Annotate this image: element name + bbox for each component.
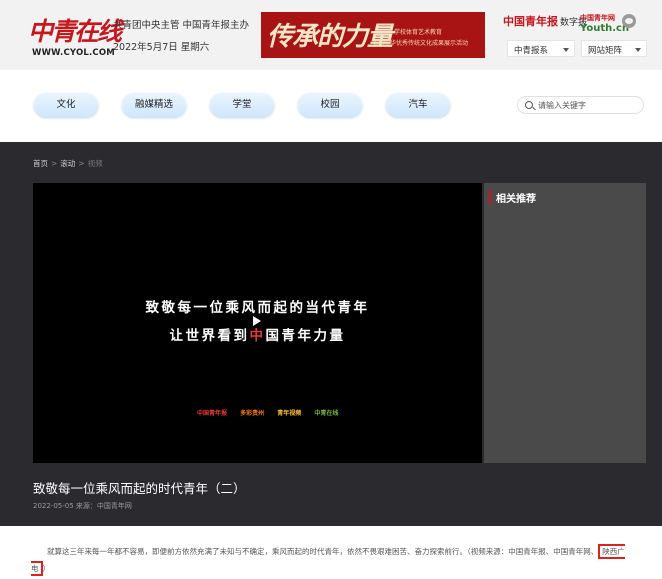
body-end: ） bbox=[42, 564, 51, 573]
nav-item-media-picks[interactable]: 融媒精选 bbox=[122, 93, 186, 117]
banner-calligraphy: 传承的力量 bbox=[267, 22, 393, 52]
caption-highlight: 中 bbox=[249, 328, 266, 344]
breadcrumb: 首页 > 滚动 > 视频 bbox=[33, 158, 103, 169]
banner-line2: 弘扬中华优秀传统文化成果展示活动 bbox=[372, 40, 469, 47]
main-nav: 文化 融媒精选 学堂 校园 汽车 请输入关键字 bbox=[0, 70, 662, 142]
search-icon[interactable] bbox=[525, 101, 533, 109]
article-body: 就算这三年来每一年都不容易，即便前方依然充满了未知与不确定，乘风而起的时代青年，… bbox=[31, 543, 641, 577]
partner-logo: 中青在线 bbox=[314, 410, 339, 417]
youth-logo-text: Youth.cn bbox=[580, 23, 630, 34]
search-input[interactable]: 请输入关键字 bbox=[517, 96, 644, 114]
breadcrumb-separator: > bbox=[51, 159, 58, 168]
video-player[interactable]: 致敬每一位乘风而起的当代青年 让世界看到中国青年力量 中国青年报 多彩贵州 青年… bbox=[33, 183, 482, 463]
banner-line1: 学校体育艺术教育 bbox=[394, 29, 443, 36]
ad-banner[interactable]: 传承的力量 学校体育艺术教育 弘扬中华优秀传统文化成果展示活动 bbox=[261, 12, 485, 58]
site-header: 中青在线 WWW.CYOL.COM 共青团中央主管 中国青年报主办 2022年5… bbox=[0, 0, 662, 70]
breadcrumb-home[interactable]: 首页 bbox=[33, 159, 48, 168]
search-placeholder: 请输入关键字 bbox=[538, 101, 586, 110]
wechat-icon[interactable] bbox=[622, 14, 636, 28]
select-label: 中青报系 bbox=[514, 46, 549, 56]
logo-url: WWW.CYOL.COM bbox=[32, 48, 115, 58]
logo-text: 中青在线 bbox=[28, 17, 122, 46]
body-text: 就算这三年来每一年都不容易，即便前方依然充满了未知与不确定，乘风而起的时代青年，… bbox=[47, 547, 599, 556]
youth-sub-text: 中国青年网 bbox=[580, 14, 615, 22]
nav-item-culture[interactable]: 文化 bbox=[34, 93, 98, 117]
partner-logo: 中国青年报 bbox=[197, 410, 228, 417]
breadcrumb-current: 视频 bbox=[87, 159, 103, 168]
partner-logo: 多彩贵州 bbox=[240, 410, 265, 417]
select-site-matrix[interactable]: 网站矩阵 bbox=[581, 40, 647, 57]
related-title: 相关推荐 bbox=[489, 190, 536, 205]
partner-logos: 中国青年报 多彩贵州 青年视频 中青在线 bbox=[197, 402, 346, 417]
select-label: 网站矩阵 bbox=[588, 46, 623, 56]
caption-part: 让世界看到 bbox=[169, 328, 250, 344]
date-text: 2022年5月7日 星期六 bbox=[113, 42, 210, 53]
cyd-digital-link[interactable]: 中国青年报 数字报 bbox=[503, 13, 587, 29]
caption-part: 国青年力量 bbox=[265, 328, 346, 344]
chevron-down-icon bbox=[563, 48, 569, 52]
video-section: 首页 > 滚动 > 视频 致敬每一位乘风而起的当代青年 让世界看到中国青年力量 中国青年… bbox=[0, 142, 662, 526]
cyd-logo-text: 中国青年报 bbox=[503, 15, 558, 28]
nav-item-auto[interactable]: 汽车 bbox=[386, 93, 450, 117]
chevron-down-icon bbox=[635, 48, 641, 52]
related-sidebar: 相关推荐 bbox=[484, 183, 646, 463]
nav-item-classroom[interactable]: 学堂 bbox=[210, 93, 274, 117]
video-caption-line2: 让世界看到中国青年力量 bbox=[33, 324, 482, 344]
breadcrumb-rolling[interactable]: 滚动 bbox=[60, 159, 75, 168]
article-title: 致敬每一位乘风而起的时代青年（二） bbox=[33, 481, 246, 496]
article-meta: 2022-05-05 来源：中国青年网 bbox=[33, 502, 132, 510]
organizer-text: 共青团中央主管 中国青年报主办 bbox=[113, 20, 250, 31]
site-logo[interactable]: 中青在线 WWW.CYOL.COM bbox=[28, 12, 122, 58]
nav-item-campus[interactable]: 校园 bbox=[298, 93, 362, 117]
select-cyd-family[interactable]: 中青报系 bbox=[507, 40, 575, 57]
video-caption-line1: 致敬每一位乘风而起的当代青年 bbox=[145, 300, 370, 316]
partner-logo: 青年视频 bbox=[277, 410, 302, 417]
breadcrumb-separator: > bbox=[78, 159, 85, 168]
